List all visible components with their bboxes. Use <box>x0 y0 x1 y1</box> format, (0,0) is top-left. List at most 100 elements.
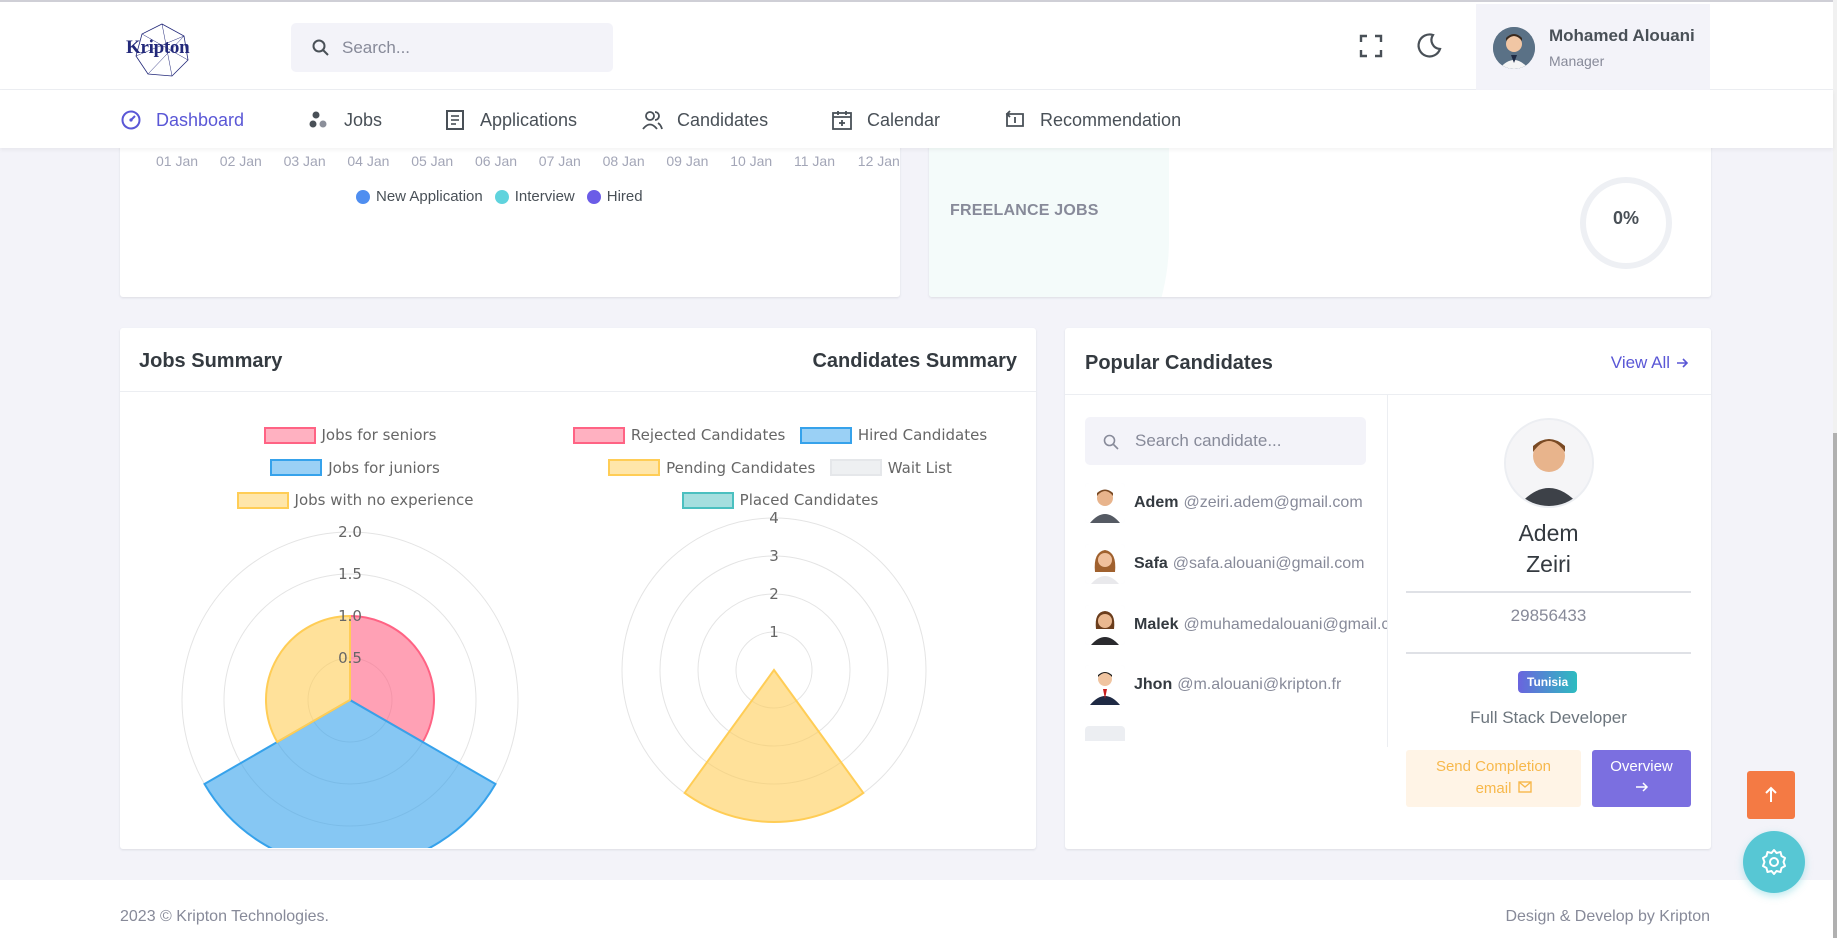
send-completion-email-button[interactable]: Send Completion email <box>1406 750 1581 807</box>
top-header: Kripton Search... Mohamed Alouani Manage… <box>0 0 1833 91</box>
freelance-jobs-label: FREELANCE JOBS <box>950 202 1099 219</box>
nav-item-jobs[interactable]: Jobs <box>308 107 382 133</box>
x-tick-label: 02 Jan <box>219 153 262 169</box>
country-badge: Tunisia <box>1518 671 1578 693</box>
candidate-name: Malek <box>1134 616 1179 633</box>
list-item[interactable] <box>1085 724 1387 741</box>
candidates-icon <box>642 111 663 130</box>
nav-item-recommendation[interactable]: Recommendation <box>1004 107 1181 133</box>
search-icon <box>312 39 329 56</box>
send-email-label: Send Completion email <box>1435 758 1552 797</box>
legend-item[interactable]: Hired Candidates <box>799 421 988 449</box>
search-icon <box>1103 434 1119 450</box>
profile-name: Adem Zeiri <box>1406 518 1691 580</box>
legend-label: Interview <box>514 188 575 205</box>
radial-tick-label: 0.5 <box>338 649 362 667</box>
settings-button[interactable] <box>1743 831 1805 893</box>
polar-segment[interactable] <box>203 698 497 848</box>
legend-label: Pending Candidates <box>666 458 816 477</box>
credits-text: Design & Develop by Kripton <box>1505 908 1710 925</box>
arrow-right-icon <box>1677 358 1689 368</box>
legend-item[interactable]: Rejected Candidates <box>572 421 786 449</box>
candidate-search-placeholder: Search candidate... <box>1135 431 1282 450</box>
legend-item[interactable]: Jobs for seniors <box>263 421 437 449</box>
legend-item[interactable]: Pending Candidates <box>608 454 815 482</box>
legend-label: Jobs for seniors <box>321 426 437 444</box>
candidate-name: Adem <box>1134 494 1179 511</box>
profile-phone: 29856433 <box>1510 606 1587 625</box>
list-item[interactable]: Safa @safa.alouani@gmail.com <box>1085 542 1387 586</box>
divider <box>1406 591 1691 593</box>
nav-item-dashboard[interactable]: Dashboard <box>120 107 244 133</box>
overview-button[interactable]: Overview <box>1592 750 1691 807</box>
avatar <box>1493 27 1535 69</box>
fullscreen-icon[interactable] <box>1356 31 1386 61</box>
logo-text: Kripton <box>126 37 190 58</box>
polar-segment[interactable] <box>683 668 865 823</box>
calendar-icon <box>832 111 852 130</box>
user-role: Manager <box>1549 53 1605 69</box>
legend-item[interactable]: Wait List <box>829 454 952 482</box>
scrollbar-thumb[interactable] <box>1833 433 1837 938</box>
candidate-list: Adem @zeiri.adem@gmail.com Safa @safa.al… <box>1085 481 1387 741</box>
female-avatar-icon <box>1085 605 1125 645</box>
list-item[interactable]: Malek @muhamedalouani@gmail.com <box>1085 603 1387 647</box>
popular-candidates-card: Popular Candidates View All Search candi… <box>1065 328 1711 849</box>
search-placeholder: Search... <box>342 38 411 57</box>
legend-label: Wait List <box>887 458 952 477</box>
applications-icon <box>446 110 464 130</box>
profile-avatar <box>1504 418 1594 508</box>
radial-tick-label: 2 <box>769 585 779 603</box>
recommendation-icon <box>1005 110 1024 127</box>
x-tick-label: 05 Jan <box>411 153 454 169</box>
search-input[interactable]: Search... <box>291 23 613 72</box>
radial-tick-label: 1.0 <box>338 607 362 625</box>
businessman-avatar-icon <box>1085 665 1125 705</box>
profile-job-title: Full Stack Developer <box>1470 708 1627 727</box>
jobs-icon <box>309 111 327 128</box>
page-scrollbar[interactable] <box>1833 0 1837 938</box>
candidate-email: @muhamedalouani@gmail.com <box>1183 616 1387 633</box>
avatar <box>1085 726 1125 741</box>
divider <box>1406 652 1691 654</box>
x-tick-label: 01 Jan <box>156 153 199 169</box>
candidate-name: Safa <box>1134 555 1168 572</box>
nav-item-label: Dashboard <box>156 109 245 130</box>
logo[interactable]: Kripton <box>118 22 206 78</box>
x-tick-label: 12 Jan <box>857 153 900 169</box>
x-tick-label: 07 Jan <box>538 153 581 169</box>
x-tick-label: 11 Jan <box>794 153 835 169</box>
nav-item-label: Candidates <box>677 109 769 130</box>
x-tick-label: 03 Jan <box>283 153 326 169</box>
nav-item-calendar[interactable]: Calendar <box>831 107 940 133</box>
legend-label: Hired Candidates <box>857 426 988 444</box>
x-tick-label: 09 Jan <box>666 153 709 169</box>
mail-icon <box>1518 781 1532 793</box>
radial-tick-label: 2.0 <box>338 523 362 541</box>
moon-icon[interactable] <box>1414 30 1444 60</box>
popular-header: Popular Candidates View All <box>1065 328 1711 395</box>
radial-tick-label: 1.5 <box>338 565 362 583</box>
candidate-search-input[interactable]: Search candidate... <box>1085 417 1366 465</box>
nav-item-applications[interactable]: Applications <box>444 107 577 133</box>
user-menu[interactable]: Mohamed Alouani Manager <box>1476 4 1710 91</box>
legend-label: Rejected Candidates <box>630 426 786 444</box>
back-to-top-button[interactable] <box>1747 771 1795 819</box>
gear-icon <box>1762 849 1786 875</box>
nav-item-candidates[interactable]: Candidates <box>641 107 768 133</box>
list-item[interactable]: Adem @zeiri.adem@gmail.com <box>1085 481 1387 525</box>
view-all-label: View All <box>1610 353 1670 372</box>
candidates-polar-chart: 1 2 3 4 <box>621 509 927 823</box>
view-all-link[interactable]: View All <box>1611 353 1689 373</box>
nav-item-label: Recommendation <box>1040 109 1182 130</box>
summary-header: Jobs Summary Candidates Summary <box>120 328 1036 392</box>
legend-dot-hired <box>586 189 601 204</box>
x-tick-label: 06 Jan <box>475 153 518 169</box>
popular-title: Popular Candidates <box>1085 352 1273 374</box>
candidates-summary-title: Candidates Summary <box>812 350 1017 372</box>
chart-legend: New Application Interview Hired <box>356 188 643 205</box>
arrow-up-icon <box>1765 786 1777 802</box>
list-item[interactable]: Jhon @m.alouani@kripton.fr <box>1085 663 1387 707</box>
main-nav: Dashboard Jobs Applications Candidates C… <box>0 90 1833 148</box>
profile-first-name: Adem <box>1518 520 1579 546</box>
